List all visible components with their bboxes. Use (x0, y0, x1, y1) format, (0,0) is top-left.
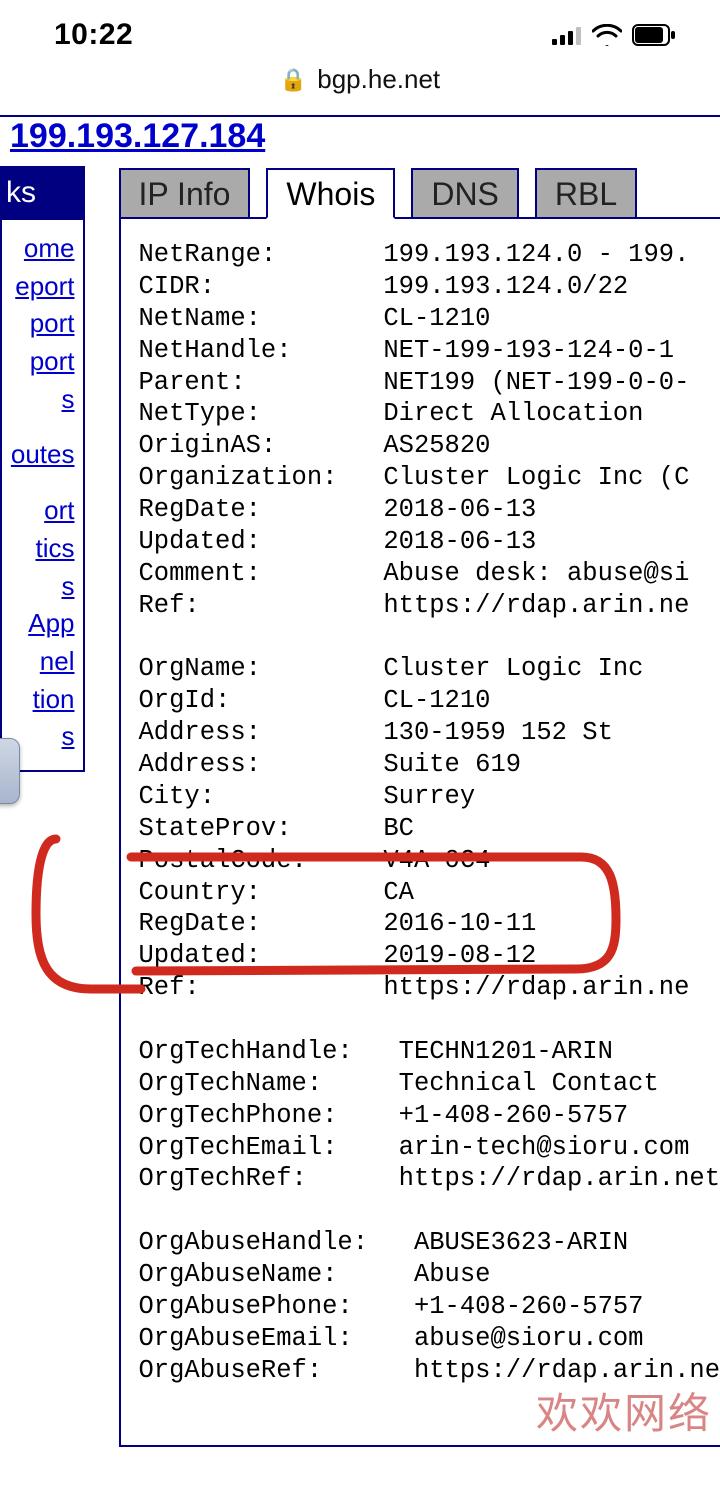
sidebar-item[interactable]: outes (2, 436, 79, 474)
tab-bar: IP Info Whois DNS RBL (119, 166, 720, 219)
page-title: 199.193.127.184 (0, 115, 720, 166)
sidebar-item[interactable]: App (2, 605, 79, 643)
whois-panel: NetRange: 199.193.124.0 - 199. CIDR: 199… (119, 217, 720, 1447)
status-time: 10:22 (54, 18, 133, 52)
sidebar-item[interactable]: s (2, 381, 79, 419)
sidebar-item[interactable]: port (2, 305, 79, 343)
sidebar-item[interactable]: eport (2, 268, 79, 306)
sidebar-item[interactable]: tics (2, 530, 79, 568)
status-icons (552, 24, 676, 46)
browser-url-bar[interactable]: 🔒 bgp.he.net (0, 60, 720, 115)
tab-ip-info[interactable]: IP Info (119, 168, 251, 219)
tab-whois[interactable]: Whois (266, 168, 395, 219)
sidebar-item[interactable]: tion (2, 681, 79, 719)
wifi-icon (592, 24, 622, 46)
tab-dns[interactable]: DNS (411, 168, 519, 219)
url-host: bgp.he.net (317, 64, 440, 95)
cellular-icon (552, 25, 582, 45)
sidebar-header: ks (0, 166, 85, 220)
watermark: 欢欢网络 (536, 1380, 712, 1441)
lock-icon: 🔒 (280, 67, 307, 93)
whois-text: NetRange: 199.193.124.0 - 199. CIDR: 199… (139, 239, 720, 1387)
ip-link[interactable]: 199.193.127.184 (10, 117, 265, 155)
sidebar-item[interactable]: nel (2, 643, 79, 681)
clipped-button[interactable] (0, 738, 20, 804)
tab-rbl[interactable]: RBL (535, 168, 637, 219)
sidebar-item[interactable]: ome (2, 230, 79, 268)
status-bar: 10:22 (0, 0, 720, 60)
sidebar-item[interactable]: port (2, 343, 79, 381)
sidebar-item[interactable]: s (2, 568, 79, 606)
sidebar-links: ome eport port port s outes ort tics s A… (0, 220, 85, 772)
sidebar-item[interactable]: ort (2, 492, 79, 530)
battery-icon (632, 24, 676, 46)
